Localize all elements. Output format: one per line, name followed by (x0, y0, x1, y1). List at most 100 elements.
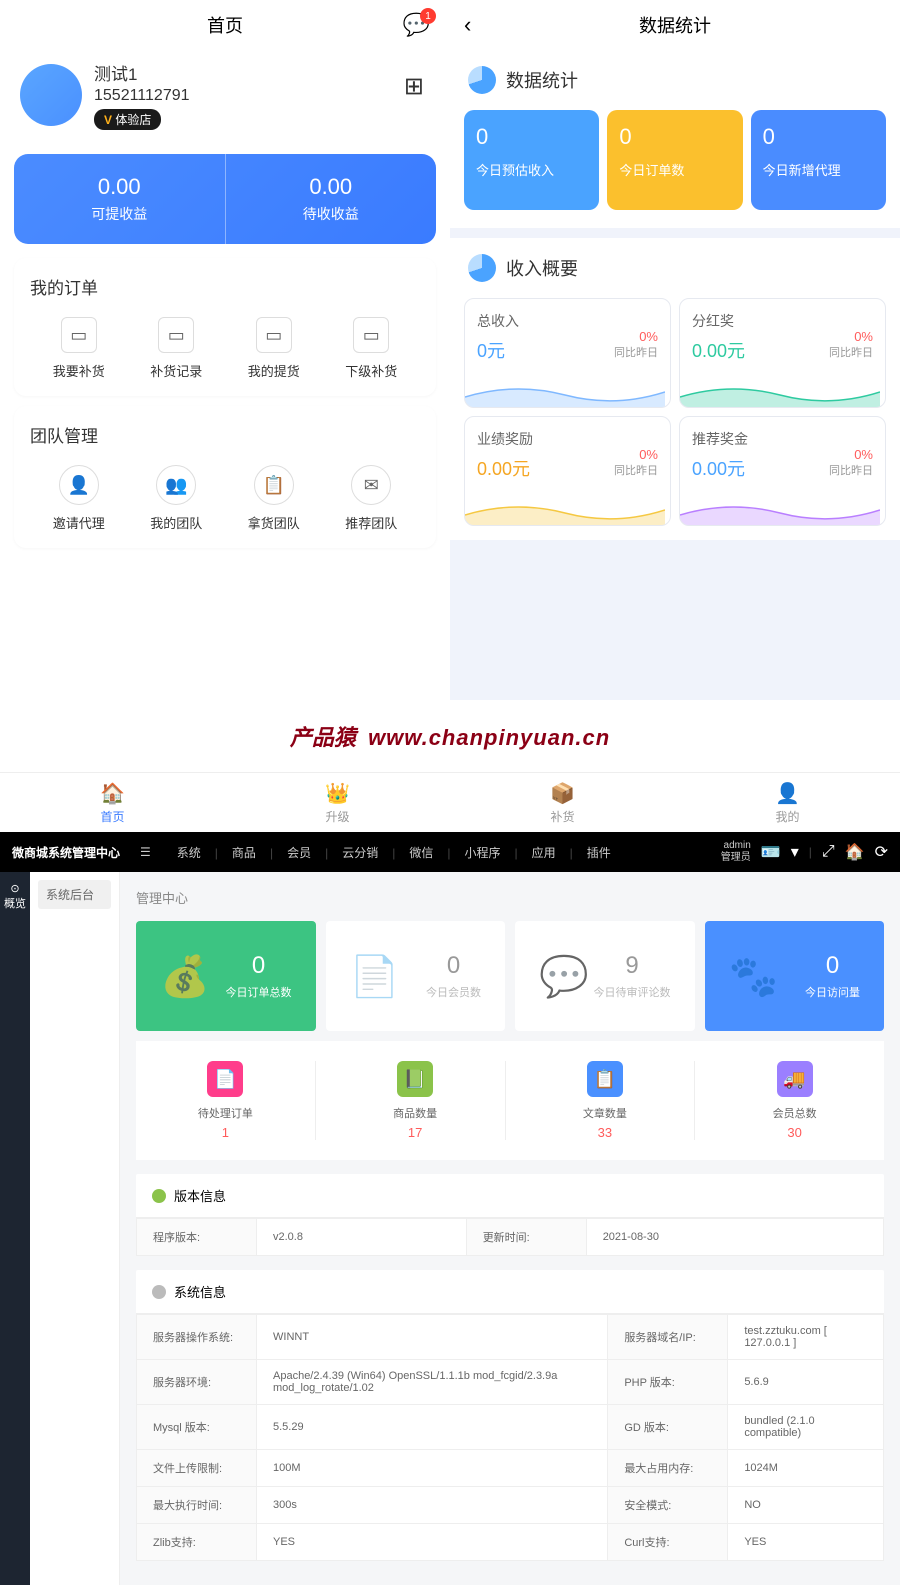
table-label: 服务器环境: (137, 1360, 257, 1405)
admin-nav-item[interactable]: 云分销 (328, 846, 392, 860)
admin-nav-item[interactable]: 插件 (573, 846, 625, 860)
team-grid-item[interactable]: ✉ 推荐团队 (323, 465, 421, 532)
admin-stat-card[interactable]: 🐾 0 今日访问量 (705, 921, 885, 1031)
admin-quick-card[interactable]: 📗 商品数量 17 (326, 1061, 506, 1140)
balance-pending[interactable]: 0.00 待收收益 (226, 154, 437, 244)
quick-label: 待处理订单 (136, 1105, 315, 1121)
tabbar-icon: 👤 (775, 781, 800, 806)
team-label: 拿货团队 (248, 513, 300, 532)
order-grid-item[interactable]: ▭ 补货记录 (128, 317, 226, 380)
version-panel-title: 版本信息 (136, 1174, 884, 1218)
tabbar-item[interactable]: 📦 补货 (450, 773, 675, 832)
table-value: YES (257, 1524, 608, 1561)
team-label: 我的团队 (150, 513, 202, 532)
back-icon[interactable]: ‹ (464, 12, 471, 38)
admin-quick-card[interactable]: 📄 待处理订单 1 (136, 1061, 316, 1140)
table-row: 程序版本: v2.0.8 更新时间: 2021-08-30 (137, 1219, 884, 1256)
tabbar-icon: 🏠 (100, 781, 125, 806)
revenue-title: 推荐奖金 (692, 429, 873, 449)
team-icon: 👥 (156, 465, 196, 505)
admin-nav-item[interactable]: 会员 (273, 846, 325, 860)
order-grid-item[interactable]: ▭ 下级补货 (323, 317, 421, 380)
admin-main: 管理中心 💰 0 今日订单总数 📄 0 今日会员数 💬 9 今日待审评论数 🐾 … (120, 872, 900, 1585)
tabbar-item[interactable]: 👑 升级 (225, 773, 450, 832)
quick-label: 商品数量 (326, 1105, 505, 1121)
system-panel: 系统信息 服务器操作系统: WINNT 服务器域名/IP: test.zztuk… (136, 1270, 884, 1561)
table-value: 5.5.29 (257, 1405, 608, 1450)
table-row: Zlib支持: YES Curl支持: YES (137, 1524, 884, 1561)
tabbar-item[interactable]: 👤 我的 (675, 773, 900, 832)
admin-quick-card[interactable]: 🚚 会员总数 30 (705, 1061, 884, 1140)
admin-stat-card[interactable]: 💬 9 今日待审评论数 (515, 921, 695, 1031)
fullscreen-icon[interactable]: ⤢ (822, 843, 835, 861)
revenue-card[interactable]: 推荐奖金 0.00元 0%同比昨日 (679, 416, 886, 526)
table-label: 程序版本: (137, 1219, 257, 1256)
admin-nav-item[interactable]: 商品 (218, 846, 270, 860)
revenue-pct: 0%同比昨日 (829, 447, 873, 478)
team-grid-item[interactable]: 📋 拿货团队 (225, 465, 323, 532)
system-panel-title: 系统信息 (136, 1270, 884, 1314)
tab-bar: 🏠 首页 👑 升级 📦 补货 👤 我的 (0, 772, 900, 832)
message-button[interactable]: 💬 1 (403, 12, 430, 38)
stat-label: 今日订单数 (619, 160, 730, 179)
refresh-icon[interactable]: ⟳ (875, 842, 888, 862)
qrcode-icon[interactable]: ⊞ (404, 72, 424, 101)
admin-nav-item[interactable]: 小程序 (450, 846, 514, 860)
table-value: WINNT (257, 1315, 608, 1360)
table-value: bundled (2.1.0 compatible) (728, 1405, 884, 1450)
order-grid-item[interactable]: ▭ 我要补货 (30, 317, 128, 380)
admin-nav-item[interactable]: 应用 (518, 846, 570, 860)
sidebar-item-backend[interactable]: 系统后台 (38, 880, 111, 909)
quick-value: 30 (705, 1125, 884, 1140)
quick-label: 文章数量 (516, 1105, 695, 1121)
admin-nav-item[interactable]: 微信 (395, 846, 447, 860)
wave-icon (465, 495, 665, 525)
admin-quick-card[interactable]: 📋 文章数量 33 (516, 1061, 696, 1140)
table-row: 服务器环境: Apache/2.4.39 (Win64) OpenSSL/1.1… (137, 1360, 884, 1405)
admin-nav-item[interactable]: 系统 (163, 846, 215, 860)
admin-sidebar-sub: 系统后台 (30, 872, 120, 1585)
tabbar-label: 补货 (550, 808, 574, 825)
team-grid-item[interactable]: 👤 邀请代理 (30, 465, 128, 532)
admin-stat-card[interactable]: 📄 0 今日会员数 (326, 921, 506, 1031)
tabbar-label: 升级 (325, 808, 349, 825)
table-label: 服务器域名/IP: (608, 1315, 728, 1360)
orders-card: 我的订单 ▭ 我要补货 ▭ 补货记录 ▭ 我的提货 ▭ 下级补货 (14, 258, 436, 396)
wave-icon (465, 377, 665, 407)
team-grid-item[interactable]: 👥 我的团队 (128, 465, 226, 532)
revenue-card[interactable]: 分红奖 0.00元 0%同比昨日 (679, 298, 886, 408)
balance-withdrawable[interactable]: 0.00 可提收益 (14, 154, 226, 244)
revenue-card[interactable]: 总收入 0元 0%同比昨日 (464, 298, 671, 408)
admin-user[interactable]: admin 管理员 (721, 840, 751, 864)
stats-title: 数据统计 (639, 12, 711, 38)
order-icon: ▭ (61, 317, 97, 353)
menu-toggle-icon[interactable]: ☰ (140, 845, 151, 859)
revenue-section-title: 收入概要 (450, 238, 900, 298)
admin-logo[interactable]: 微商城系统管理中心 (12, 844, 120, 861)
stat-card[interactable]: 0 今日新增代理 (751, 110, 886, 210)
tabbar-label: 首页 (100, 808, 124, 825)
table-row: Mysql 版本: 5.5.29 GD 版本: bundled (2.1.0 c… (137, 1405, 884, 1450)
tabbar-icon: 👑 (325, 781, 350, 806)
profile-block[interactable]: 测试1 15521112791 体验店 ⊞ (0, 50, 450, 140)
stat-card[interactable]: 0 今日预估收入 (464, 110, 599, 210)
pie-icon (468, 66, 496, 94)
admin-stat-card[interactable]: 💰 0 今日订单总数 (136, 921, 316, 1031)
team-icon: ✉ (351, 465, 391, 505)
order-grid-item[interactable]: ▭ 我的提货 (225, 317, 323, 380)
dropdown-icon[interactable]: ▾ (791, 842, 799, 862)
table-label: 更新时间: (466, 1219, 586, 1256)
id-card-icon[interactable]: 🪪 (761, 842, 781, 862)
admin-topbar-right: admin 管理员 🪪 ▾ | ⤢ 🏠 ⟳ (721, 840, 888, 864)
quick-value: 1 (136, 1125, 315, 1140)
tabbar-item[interactable]: 🏠 首页 (0, 773, 225, 832)
stat-card[interactable]: 0 今日订单数 (607, 110, 742, 210)
overview-icon[interactable]: ⊙概览 (0, 872, 30, 921)
quick-icon: 🚚 (777, 1061, 813, 1097)
home-icon[interactable]: 🏠 (845, 842, 865, 862)
balance-card[interactable]: 0.00 可提收益 0.00 待收收益 (14, 154, 436, 244)
quick-value: 33 (516, 1125, 695, 1140)
revenue-card[interactable]: 业绩奖励 0.00元 0%同比昨日 (464, 416, 671, 526)
revenue-title: 分红奖 (692, 311, 873, 331)
table-label: Curl支持: (608, 1524, 728, 1561)
